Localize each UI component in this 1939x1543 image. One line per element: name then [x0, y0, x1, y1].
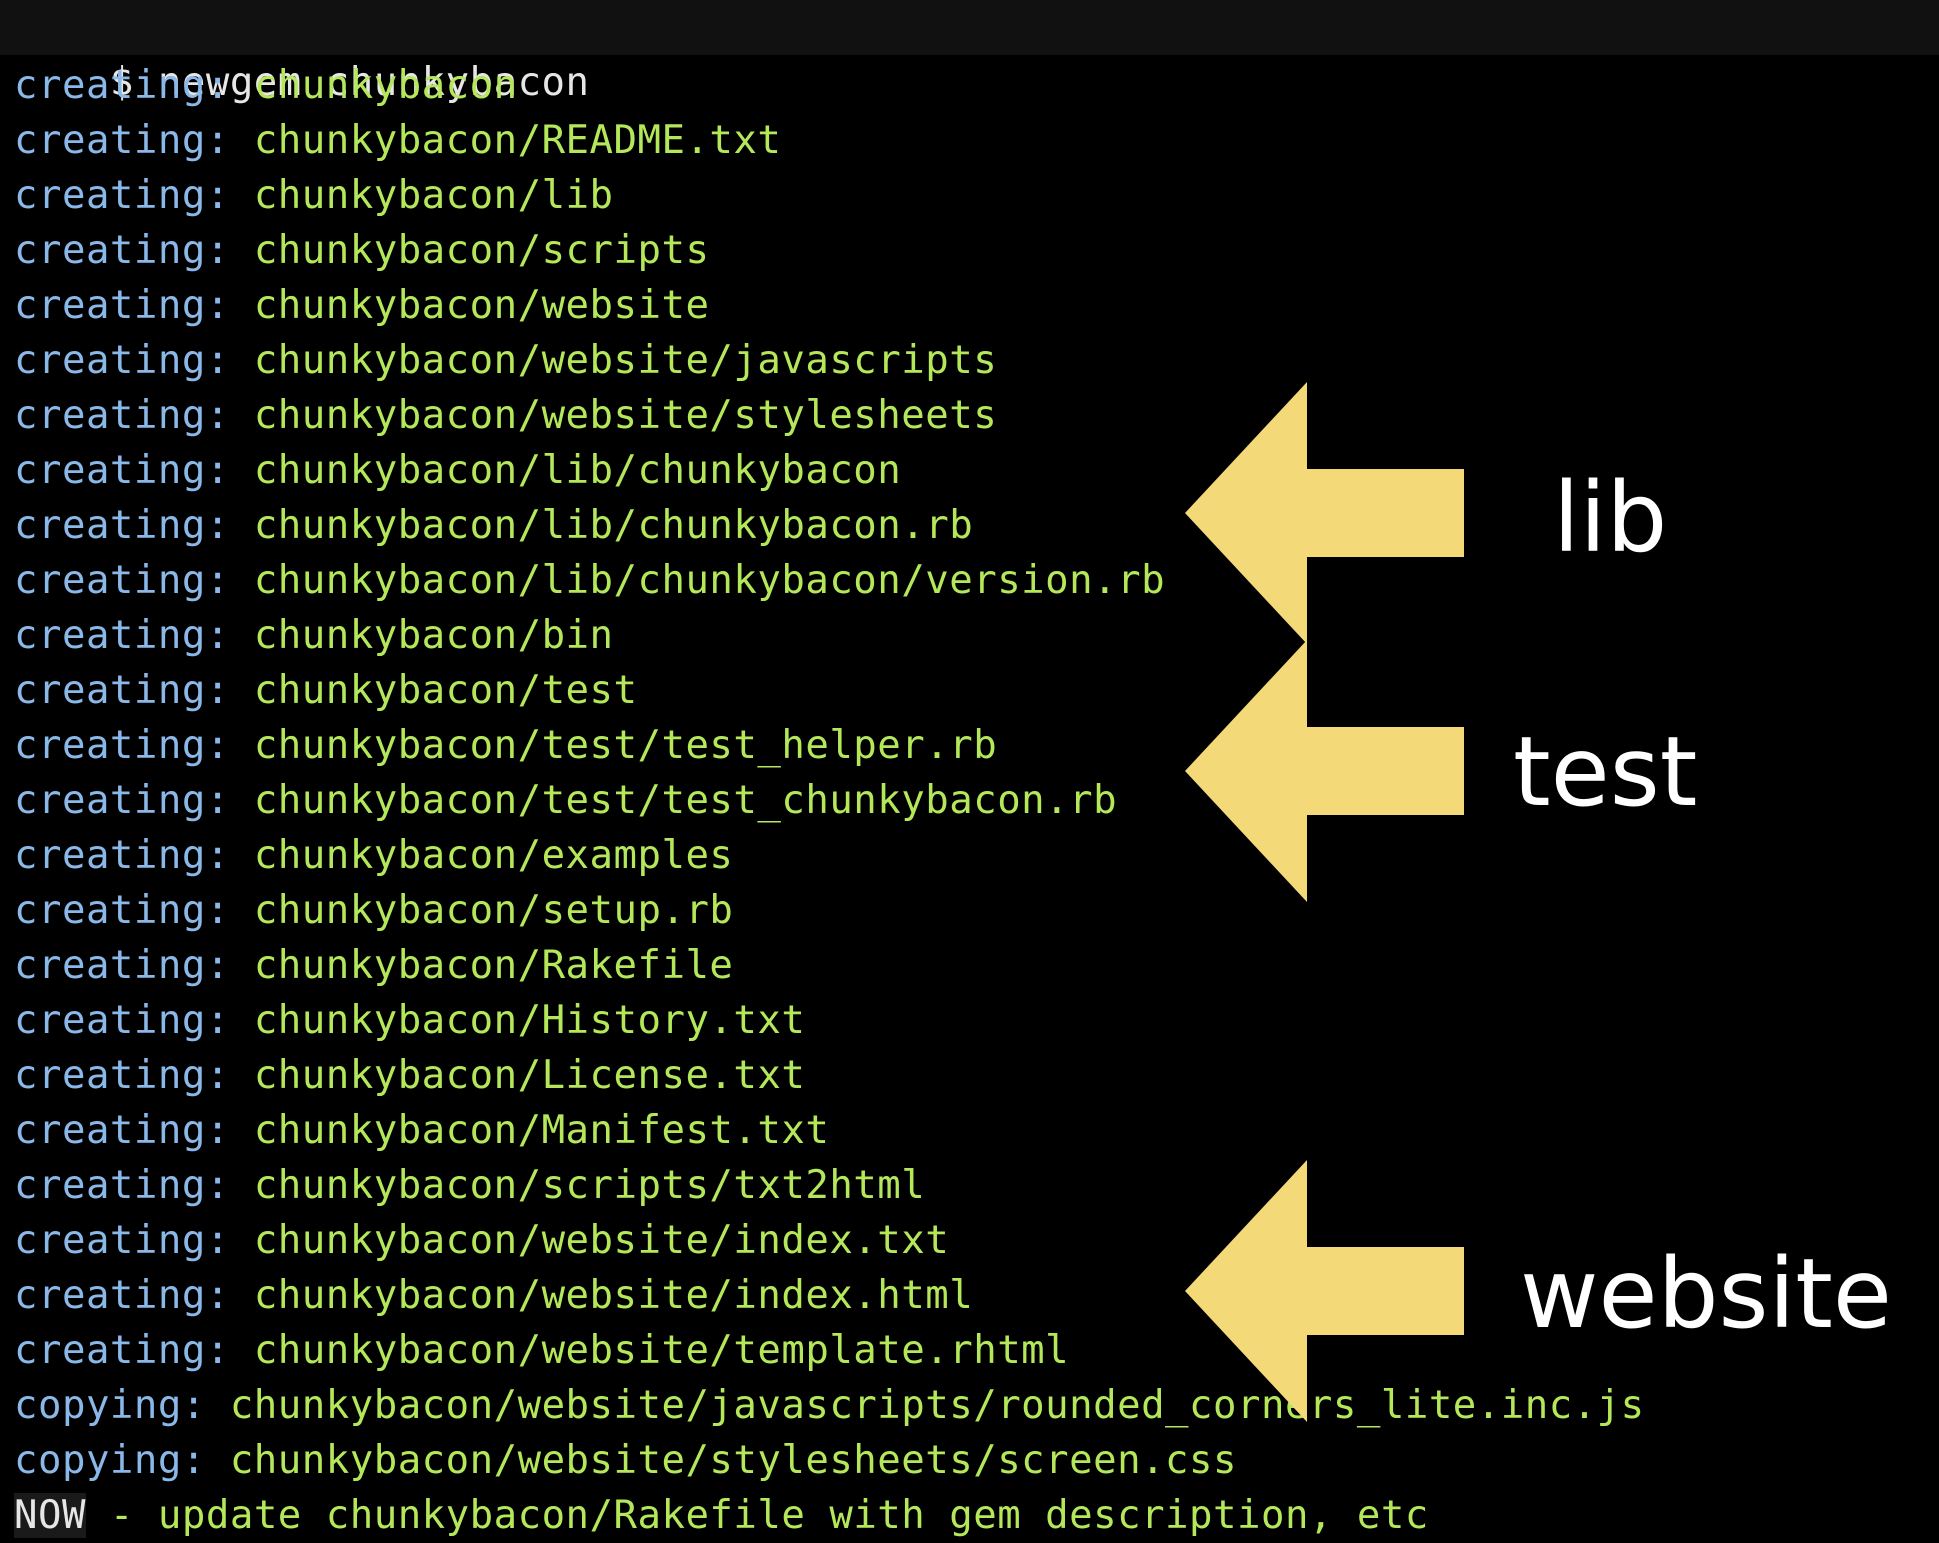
- left-arrow-icon: [1185, 1160, 1464, 1422]
- output-line: creating: chunkybacon/scripts/txt2html: [14, 1158, 925, 1213]
- output-line: creating: chunkybacon/README.txt: [14, 113, 781, 168]
- output-line: creating: chunkybacon/scripts: [14, 223, 709, 278]
- output-path: chunkybacon/website/stylesheets/screen.c…: [229, 1438, 1237, 1483]
- output-action: creating:: [14, 393, 230, 438]
- output-action: creating:: [14, 448, 230, 493]
- output-action: creating:: [14, 1328, 230, 1373]
- output-line: creating: chunkybacon/website/index.html: [14, 1268, 973, 1323]
- output-line: creating: chunkybacon: [14, 58, 518, 113]
- output-action: creating:: [14, 1163, 230, 1208]
- output-action: creating:: [14, 723, 230, 768]
- output-line: creating: chunkybacon/website/stylesheet…: [14, 388, 997, 443]
- output-action: copying:: [14, 1438, 206, 1483]
- output-line: creating: chunkybacon/website/template.r…: [14, 1323, 1069, 1378]
- output-path: chunkybacon/test/test_chunkybacon.rb: [253, 778, 1118, 823]
- output-action: creating:: [14, 173, 230, 218]
- output-path: chunkybacon/lib/chunkybacon.rb: [253, 503, 974, 548]
- output-action: creating:: [14, 503, 230, 548]
- output-line: creating: chunkybacon/bin: [14, 608, 614, 663]
- output-line: creating: chunkybacon/lib/chunkybacon.rb: [14, 498, 973, 553]
- output-action: creating:: [14, 833, 230, 878]
- output-line: creating: chunkybacon/examples: [14, 828, 733, 883]
- output-action: creating:: [14, 778, 230, 823]
- output-path: chunkybacon/website/template.rhtml: [253, 1328, 1070, 1373]
- output-line: creating: chunkybacon/Manifest.txt: [14, 1103, 829, 1158]
- output-path: chunkybacon/website: [253, 283, 710, 328]
- output-path: chunkybacon: [253, 63, 518, 108]
- output-path: chunkybacon/test: [253, 668, 638, 713]
- output-action: creating:: [14, 998, 230, 1043]
- output-path: chunkybacon/lib/chunkybacon/version.rb: [253, 558, 1166, 603]
- output-action: creating:: [14, 1218, 230, 1263]
- output-line: creating: chunkybacon/lib/chunkybacon/ve…: [14, 553, 1165, 608]
- left-arrow-icon: [1185, 640, 1464, 902]
- output-action: creating:: [14, 228, 230, 273]
- output-action: creating:: [14, 338, 230, 383]
- annotation-label-website: website: [1520, 1238, 1892, 1350]
- output-path: chunkybacon/setup.rb: [253, 888, 734, 933]
- output-path: chunkybacon/examples: [253, 833, 734, 878]
- output-line: creating: chunkybacon/website: [14, 278, 709, 333]
- now-label: NOW: [14, 1493, 86, 1538]
- output-line: creating: chunkybacon/History.txt: [14, 993, 805, 1048]
- output-path: chunkybacon/test/test_helper.rb: [253, 723, 998, 768]
- output-path: chunkybacon/website/index.html: [253, 1273, 974, 1318]
- output-action: creating:: [14, 888, 230, 933]
- output-line: creating: chunkybacon/Rakefile: [14, 938, 733, 993]
- output-line: creating: chunkybacon/test/test_chunkyba…: [14, 773, 1117, 828]
- output-action: creating:: [14, 1053, 230, 1098]
- left-arrow-icon: [1185, 382, 1464, 644]
- output-line: copying: chunkybacon/website/stylesheets…: [14, 1433, 1237, 1488]
- output-action: creating:: [14, 1273, 230, 1318]
- output-action: copying:: [14, 1383, 206, 1428]
- output-path: chunkybacon/lib: [253, 173, 614, 218]
- output-line: creating: chunkybacon/lib/chunkybacon: [14, 443, 901, 498]
- output-path: chunkybacon/License.txt: [253, 1053, 806, 1098]
- output-path: chunkybacon/scripts/txt2html: [253, 1163, 926, 1208]
- output-path: chunkybacon/website/index.txt: [253, 1218, 950, 1263]
- output-line: creating: chunkybacon/website/javascript…: [14, 333, 997, 388]
- output-path: chunkybacon/Rakefile: [253, 943, 734, 988]
- output-action: creating:: [14, 283, 230, 328]
- command-line: $ newgem chunkybacon: [0, 0, 1939, 105]
- output-line: creating: chunkybacon/License.txt: [14, 1048, 805, 1103]
- output-action: creating:: [14, 558, 230, 603]
- final-message: - update chunkybacon/Rakefile with gem d…: [85, 1493, 1429, 1538]
- output-action: creating:: [14, 943, 230, 988]
- output-path: chunkybacon/lib/chunkybacon: [253, 448, 902, 493]
- final-line: NOW - update chunkybacon/Rakefile with g…: [14, 1488, 1429, 1543]
- output-path: chunkybacon/History.txt: [253, 998, 806, 1043]
- output-line: creating: chunkybacon/test: [14, 663, 638, 718]
- output-line: creating: chunkybacon/test/test_helper.r…: [14, 718, 997, 773]
- output-path: chunkybacon/Manifest.txt: [253, 1108, 830, 1153]
- output-action: creating:: [14, 118, 230, 163]
- output-path: chunkybacon/scripts: [253, 228, 710, 273]
- output-path: chunkybacon/website/javascripts: [253, 338, 998, 383]
- output-path: chunkybacon/README.txt: [253, 118, 782, 163]
- annotation-label-lib: lib: [1553, 462, 1668, 574]
- output-line: creating: chunkybacon/website/index.txt: [14, 1213, 949, 1268]
- output-path: chunkybacon/bin: [253, 613, 614, 658]
- output-path: chunkybacon/website/stylesheets: [253, 393, 998, 438]
- output-line: creating: chunkybacon/lib: [14, 168, 614, 223]
- output-action: creating:: [14, 63, 230, 108]
- annotation-label-test: test: [1513, 716, 1698, 828]
- output-action: creating:: [14, 668, 230, 713]
- output-action: creating:: [14, 613, 230, 658]
- output-action: creating:: [14, 1108, 230, 1153]
- output-line: creating: chunkybacon/setup.rb: [14, 883, 733, 938]
